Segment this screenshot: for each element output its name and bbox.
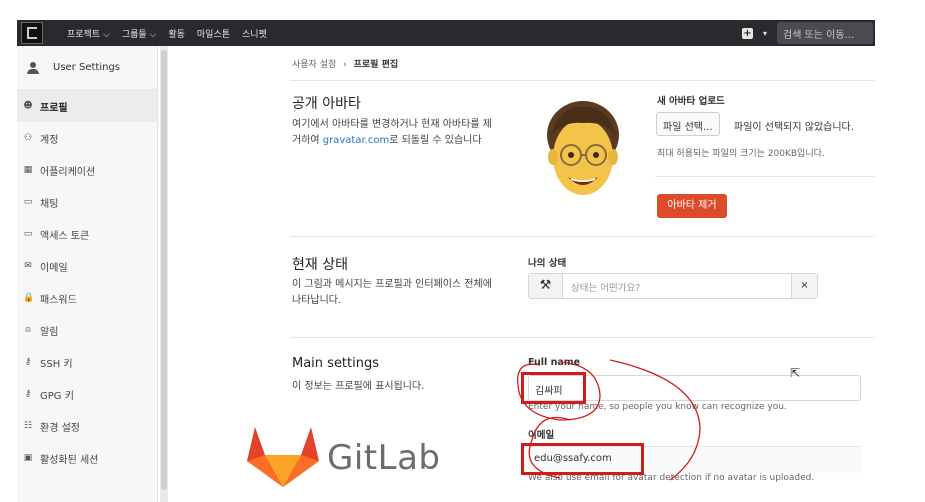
nav-projects[interactable]: 프로젝트 ⌵ [67,27,110,40]
breadcrumb-current: 프로필 편집 [353,60,399,70]
status-desc-line2: 나타납니다. [292,295,342,306]
email-label: 이메일 [528,430,555,441]
bell-icon: ⍝ [25,325,31,335]
sidebar-item-label: 채팅 [40,198,59,210]
divider [655,176,875,177]
user-circle-icon: ☻ [23,101,33,111]
fullname-label: Full name [528,357,581,368]
no-file-text: 파일이 선택되지 않았습니다. [734,122,854,133]
nav-activity[interactable]: 활동 [168,27,185,40]
main-settings-description: 이 정보는 프로필에 표시됩니다. [292,381,425,392]
plus-square-icon[interactable]: + [741,27,753,39]
sidebar-item[interactable]: ☻ 프로필 [17,90,157,122]
sidebar-item[interactable]: ☷ 환경 설정 [17,410,157,442]
max-size-hint: 최대 허용되는 파일의 크기는 200KB입니다. [657,149,825,159]
clear-status-button[interactable]: × [791,274,817,298]
sidebar-item[interactable]: ⚷ SSH 키 [17,346,157,378]
gitlab-wordmark: GitLab [327,438,441,478]
sidebar-scrollbar-thumb[interactable] [161,50,167,490]
sidebar-item[interactable]: ⍝ 알림 [17,314,157,346]
monitor-icon: ▣ [23,453,33,463]
sidebar-item-label: GPG 키 [40,390,74,402]
breadcrumb-separator: › [343,60,347,70]
sidebar-item-label: 환경 설정 [40,422,80,434]
remove-avatar-button[interactable]: 아바타 제거 [657,194,727,218]
avatar-section-description: 여기에서 아바타를 변경하거나 현재 아바타를 제 거하여 gravatar.c… [292,117,522,149]
sidebar-item-label: 활성화된 세션 [40,454,99,466]
main-settings-title: Main settings [292,356,380,371]
settings-sidebar: User Settings ☻ 프로필 ⚇ 계정 ▦ 어플리케이션 ▭ 채팅 ▭ 액세스 토큰 ✉ 이… [17,46,158,502]
choose-file-button[interactable]: 파일 선택... [656,112,720,136]
breadcrumb-parent[interactable]: 사용자 설정 [292,60,336,70]
chevron-down-icon[interactable]: ▾ [763,29,767,38]
emoji-picker-icon[interactable]: ⚒ [529,274,563,298]
sidebar-item-label: 프로필 [40,102,68,114]
breadcrumb: 사용자 설정 › 프로필 편집 [292,57,398,70]
sidebar-item[interactable]: ✉ 이메일 [17,250,157,282]
nav-milestones[interactable]: 마일스톤 [197,27,230,40]
nav-right: + ▾ 검색 또는 이동... [741,22,875,44]
divider [290,337,875,338]
top-navbar: 프로젝트 ⌵ 그룹들 ⌵ 활동 마일스톤 스니펫 + ▾ 검색 또는 이동... [17,20,875,46]
status-input[interactable]: 상태는 어떤가요? [571,280,640,294]
grid-icon: ▦ [23,165,33,175]
sidebar-item[interactable]: ▭ 채팅 [17,186,157,218]
annotation-box-email [521,443,644,475]
annotation-box-fullname [521,372,586,404]
mouse-cursor-icon: ⇱ [790,366,801,380]
avatar-desc-pre: 거하여 [292,135,323,146]
gravatar-link[interactable]: gravatar.com [323,135,389,146]
sidebar-item[interactable]: ⚇ 계정 [17,122,157,154]
sidebar-item-label: 어플리케이션 [40,166,96,178]
account-icon: ⚇ [23,133,33,143]
sidebar-item[interactable]: ▭ 액세스 토큰 [17,218,157,250]
sidebar-item-label: 패스워드 [40,294,77,306]
upload-avatar-label: 새 아바타 업로드 [657,96,725,107]
status-desc-line1: 이 그림과 메시지는 프로필과 인터페이스 전체에 [292,279,492,290]
sidebar-item[interactable]: 🔒 패스워드 [17,282,157,314]
key-icon: ⚷ [24,357,32,367]
sidebar-item[interactable]: ⚷ GPG 키 [17,378,157,410]
status-field: ⚒ 상태는 어떤가요? × [528,273,818,299]
token-icon: ▭ [23,229,33,239]
my-status-label: 나의 상태 [528,258,567,269]
sidebar-item-label: 계정 [40,134,59,146]
sidebar-item[interactable]: ▦ 어플리케이션 [17,154,157,186]
lock-icon: 🔒 [23,293,35,303]
mail-icon: ✉ [24,261,32,271]
status-section-title: 현재 상태 [292,257,348,273]
top-margin [0,0,925,20]
avatar-desc-line1: 여기에서 아바타를 변경하거나 현재 아바타를 제 [292,119,492,130]
user-icon [27,61,39,74]
avatar-section-title: 공개 아바타 [292,96,361,112]
sidebar-item-label: 액세스 토큰 [40,230,90,242]
sidebar-item-label: 알림 [40,326,59,338]
avatar-desc-line2: 거하여 gravatar.com로 되돌릴 수 있습니다 [292,133,522,149]
gitlab-logo-icon [247,427,319,487]
divider [290,236,875,237]
gitlab-watermark: GitLab [247,427,440,489]
avatar-image [547,101,619,195]
avatar-desc-post: 로 되돌릴 수 있습니다 [389,135,482,146]
sidebar-item[interactable]: ▣ 활성화된 세션 [17,442,157,474]
nav-snippets[interactable]: 스니펫 [242,27,267,40]
nav-groups[interactable]: 그룹들 ⌵ [122,27,157,40]
sidebar-item-label: SSH 키 [40,358,73,370]
main-nav: 프로젝트 ⌵ 그룹들 ⌵ 활동 마일스톤 스니펫 [67,27,267,40]
sidebar-title: User Settings [53,62,120,73]
app-logo-icon[interactable] [21,22,43,44]
page: 프로젝트 ⌵ 그룹들 ⌵ 활동 마일스톤 스니펫 + ▾ 검색 또는 이동...… [0,0,925,502]
chat-icon: ▭ [23,197,33,207]
divider [290,80,875,81]
search-input[interactable]: 검색 또는 이동... [777,22,873,44]
key-icon: ⚷ [24,389,32,399]
sidebar-item-label: 이메일 [40,262,68,274]
sidebar-list: ☻ 프로필 ⚇ 계정 ▦ 어플리케이션 ▭ 채팅 ▭ 액세스 토큰 ✉ 이메일 🔒 패스워드 ⍝ 알림 ⚷ SSH… [17,90,157,474]
sidebar-header[interactable]: User Settings [17,46,157,90]
preferences-icon: ☷ [23,421,33,431]
status-section-description: 이 그림과 메시지는 프로필과 인터페이스 전체에 나타납니다. [292,277,522,309]
